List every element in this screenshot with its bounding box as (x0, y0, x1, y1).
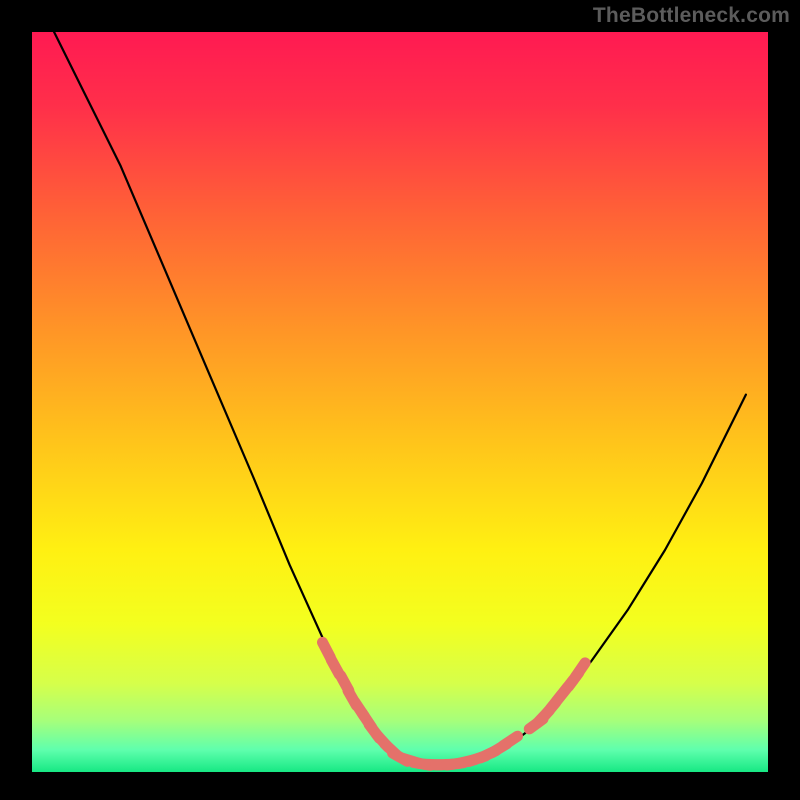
bottleneck-chart (0, 0, 800, 800)
watermark-text: TheBottleneck.com (593, 4, 790, 28)
marker-highlight-markers (503, 736, 517, 745)
chart-stage: TheBottleneck.com (0, 0, 800, 800)
gradient-background (32, 32, 768, 772)
